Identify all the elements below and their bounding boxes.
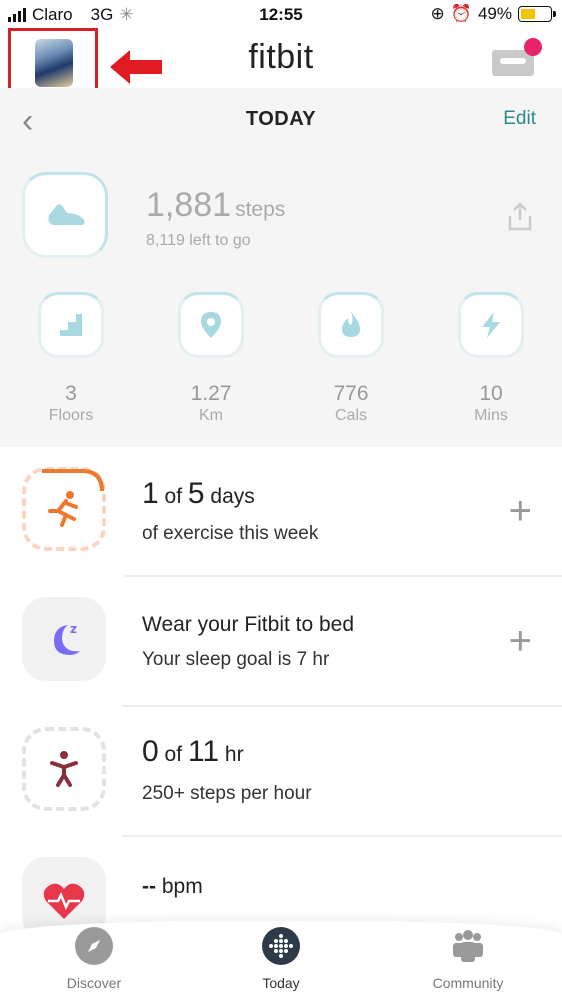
tab-community[interactable]: Community [408,927,528,991]
exercise-caption: of exercise this week [142,523,319,544]
active-minutes-ring[interactable] [458,292,524,358]
inbox-icon[interactable] [492,38,542,76]
exercise-progress: 1 of 5 days [142,477,255,511]
running-person-icon [48,491,78,527]
hourly-goal: 11 [187,735,220,768]
sleep-caption: Your sleep goal is 7 hr [142,649,330,670]
tab-today-label: Today [262,975,300,991]
hourly-count: 0 [142,735,159,768]
sleep-tile[interactable]: z Wear your Fitbit to bed Your sleep goa… [0,577,562,707]
exercise-of: of [164,485,183,508]
edit-button[interactable]: Edit [503,108,536,130]
hourly-progress: 0 of 11 hr [142,735,244,769]
stairs-icon [60,314,82,336]
heart-rate-tile[interactable]: -- bpm [0,837,562,941]
alarm-icon: ⏰ [450,4,472,23]
moon-icon: z [54,622,80,655]
heart-rate-unit: bpm [161,875,203,898]
date-navigation: ‹ TODAY Edit [0,88,562,150]
add-sleep-button[interactable]: + [509,621,532,661]
battery-percent: 49% [477,4,512,23]
exercise-count: 1 [142,477,159,510]
distance-label: Km [199,407,223,424]
hourly-activity-tile[interactable]: 0 of 11 hr 250+ steps per hour [0,707,562,837]
battery-icon [518,6,556,22]
heart-rate-value: -- [142,875,156,898]
status-bar: Claro 3G ✳ 12:55 ⊕ ⏰ 49% [0,0,562,30]
exercise-ring [22,467,106,551]
community-icon [449,927,487,965]
tab-today[interactable]: Today [221,927,341,991]
calories-value: 776 [333,382,369,405]
distance-ring[interactable] [178,292,244,358]
active-minutes-value: 10 [479,382,503,405]
bottom-tab-bar: Discover Today Community [0,921,562,999]
heart-rate-reading: -- bpm [142,875,203,899]
location-pin-icon [201,312,221,338]
sleep-title: Wear your Fitbit to bed [142,613,355,636]
floors-label: Floors [48,407,94,424]
exercise-tile[interactable]: 1 of 5 days of exercise this week + [0,447,562,577]
lightning-icon [482,312,500,338]
flame-icon [342,312,360,337]
steps-count[interactable]: 1,881 steps [146,186,285,225]
rotation-lock-icon: ⊕ [430,4,445,23]
hourly-of: of [164,743,183,766]
steps-remaining: 8,119 left to go [146,232,251,249]
app-header: fitbit [0,28,562,98]
exercise-goal: 5 [187,477,205,510]
hourly-activity-ring [22,727,106,811]
distance-value: 1.27 [190,382,232,405]
heart-rate-icon [43,883,85,919]
steps-ring[interactable] [22,172,108,258]
tab-discover-label: Discover [66,975,122,991]
hourly-unit: hr [224,743,244,766]
hourly-caption: 250+ steps per hour [142,783,312,804]
add-exercise-button[interactable]: + [509,491,532,531]
share-icon[interactable] [506,202,534,232]
shoe-icon [48,204,85,225]
exercise-unit: days [210,485,255,508]
stats-panel: 1,881 steps 8,119 left to go 3 Floors 1.2… [0,150,562,447]
notification-badge [524,38,542,56]
steps-unit: steps [235,198,286,221]
sleep-icon-box: z [22,597,106,681]
stretching-person-icon [50,751,78,787]
fitbit-dots-icon [262,927,300,965]
fitbit-logo: fitbit [248,38,314,76]
floors-ring[interactable] [38,292,104,358]
floors-value: 3 [65,382,77,405]
page-title: TODAY [245,108,317,130]
active-minutes-label: Mins [474,407,508,424]
tab-discover[interactable]: Discover [34,927,154,991]
svg-text:z: z [70,622,77,636]
tab-community-label: Community [432,975,504,991]
steps-value: 1,881 [146,186,232,224]
calories-label: Cals [334,407,367,424]
compass-icon [75,927,113,965]
calories-ring[interactable] [318,292,384,358]
